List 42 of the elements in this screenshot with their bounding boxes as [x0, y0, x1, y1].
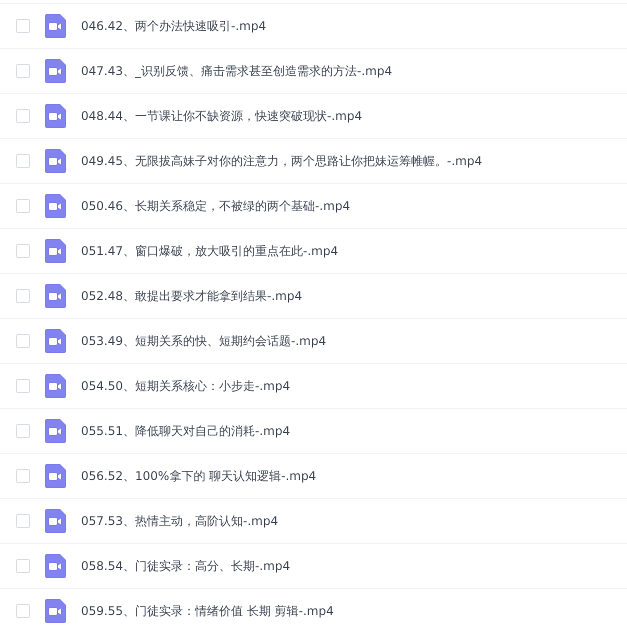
video-file-icon	[45, 104, 66, 128]
file-name: 047.43、_识别反馈、痛击需求甚至创造需求的方法-.mp4	[81, 62, 392, 80]
file-name: 057.53、热情主动，高阶认知-.mp4	[81, 512, 278, 530]
checkbox[interactable]	[16, 604, 30, 618]
file-name: 048.44、一节课让你不缺资源，快速突破现状-.mp4	[81, 108, 362, 124]
video-file-icon	[45, 464, 66, 488]
video-file-icon	[45, 374, 66, 398]
video-file-icon	[45, 239, 66, 263]
checkbox[interactable]	[16, 154, 30, 168]
checkbox[interactable]	[16, 289, 30, 303]
file-name: 052.48、敢提出要求才能拿到结果-.mp4	[81, 288, 302, 304]
video-file-icon	[45, 59, 66, 83]
video-file-icon	[45, 149, 66, 173]
checkbox[interactable]	[16, 559, 30, 573]
checkbox[interactable]	[16, 424, 30, 438]
video-file-icon	[45, 554, 66, 578]
file-name: 049.45、无限拔高妹子对你的注意力，两个思路让你把妹运筹帷幄。-.mp4	[81, 152, 482, 170]
video-file-icon	[45, 14, 66, 38]
checkbox[interactable]	[16, 469, 30, 483]
file-name: 058.54、门徒实录：高分、长期-.mp4	[81, 558, 290, 574]
file-name: 046.42、两个办法快速吸引-.mp4	[81, 18, 266, 34]
video-file-icon	[45, 509, 66, 533]
checkbox[interactable]	[16, 334, 30, 348]
file-name: 059.55、门徒实录：情绪价值 长期 剪辑-.mp4	[81, 602, 334, 620]
checkbox[interactable]	[16, 109, 30, 123]
video-file-icon	[45, 194, 66, 218]
checkbox[interactable]	[16, 514, 30, 528]
checkbox[interactable]	[16, 64, 30, 78]
checkbox[interactable]	[16, 244, 30, 258]
video-file-icon	[45, 284, 66, 308]
file-name: 050.46、长期关系稳定，不被绿的两个基础-.mp4	[81, 198, 350, 214]
checkbox[interactable]	[16, 379, 30, 393]
file-name: 054.50、短期关系核心：小步走-.mp4	[81, 378, 290, 394]
video-file-icon	[45, 329, 66, 353]
file-name: 056.52、100%拿下的 聊天认知逻辑-.mp4	[81, 468, 316, 484]
video-file-icon	[45, 599, 66, 623]
video-file-icon	[45, 419, 66, 443]
checkbox[interactable]	[16, 199, 30, 213]
file-name: 053.49、短期关系的快、短期约会话题-.mp4	[81, 332, 326, 350]
file-name: 055.51、降低聊天对自己的消耗-.mp4	[81, 422, 290, 440]
file-name: 051.47、窗口爆破，放大吸引的重点在此-.mp4	[81, 242, 338, 260]
checkbox[interactable]	[16, 19, 30, 33]
